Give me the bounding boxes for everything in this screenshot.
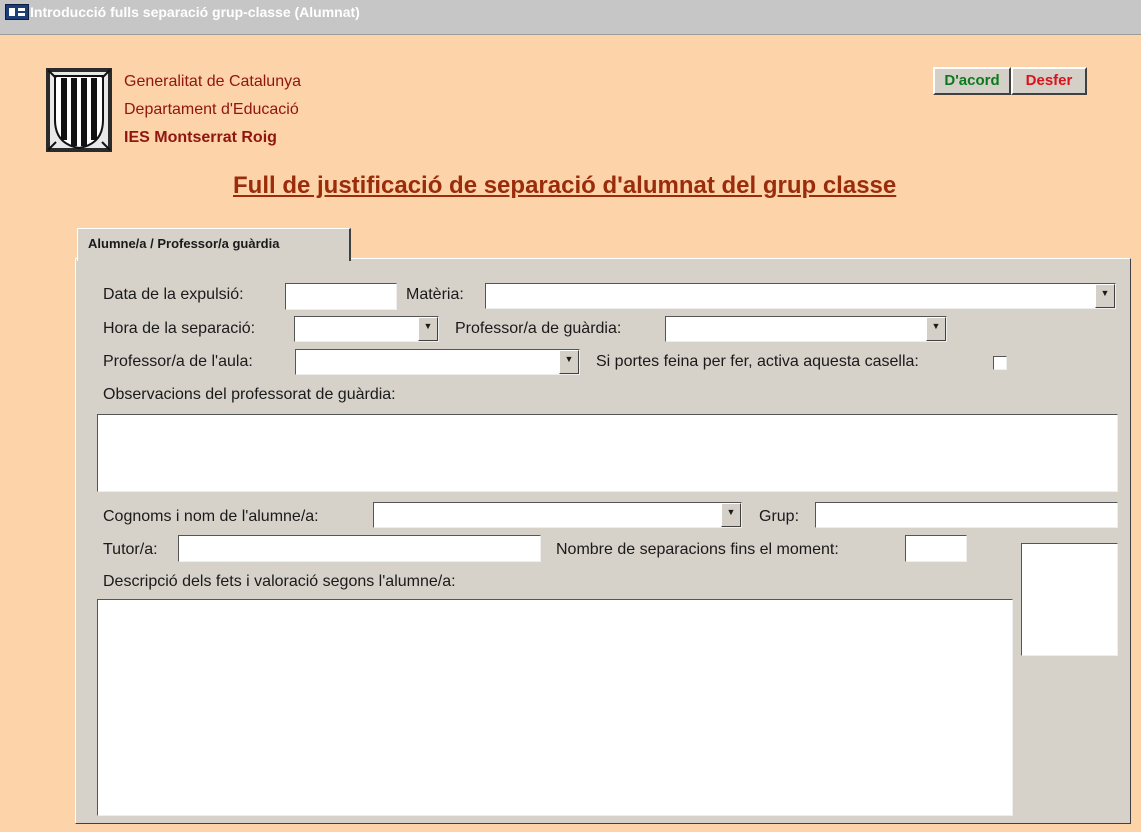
school-name: IES Montserrat Roig — [124, 129, 277, 146]
student-photo[interactable] — [1021, 543, 1118, 656]
group-label: Grup: — [759, 508, 800, 525]
chevron-down-icon[interactable]: ▼ — [559, 350, 579, 374]
separations-count-field[interactable] — [905, 535, 967, 562]
student-label: Cognoms i nom de l'alumne/a: — [103, 508, 319, 525]
window-title: Introducció fulls separació grup-classe … — [30, 4, 360, 20]
org-name: Generalitat de Catalunya — [124, 73, 301, 90]
guard-teacher-label: Professor/a de guàrdia: — [455, 320, 622, 337]
tutor-label: Tutor/a: — [103, 541, 158, 558]
class-teacher-combo[interactable]: ▼ — [295, 349, 580, 375]
student-combo[interactable]: ▼ — [373, 502, 742, 528]
chevron-down-icon[interactable]: ▼ — [721, 503, 741, 527]
separations-count-label: Nombre de separacions fins el moment: — [556, 541, 839, 558]
chevron-down-icon[interactable]: ▼ — [1095, 284, 1115, 308]
homework-label: Si portes feina per fer, activa aquesta … — [596, 353, 919, 370]
tab-student-guard[interactable]: Alumne/a / Professor/a guàrdia — [77, 228, 351, 261]
date-label: Data de la expulsió: — [103, 286, 244, 303]
description-textarea[interactable] — [97, 599, 1013, 816]
subject-label: Matèria: — [406, 286, 464, 303]
homework-checkbox[interactable] — [993, 356, 1007, 370]
form-icon[interactable] — [5, 4, 29, 20]
window-titlebar[interactable]: Introducció fulls separació grup-classe … — [0, 0, 1141, 35]
observations-textarea[interactable] — [97, 414, 1118, 492]
class-teacher-label: Professor/a de l'aula: — [103, 353, 253, 370]
hour-label: Hora de la separació: — [103, 320, 256, 337]
hour-combo[interactable]: ▼ — [294, 316, 439, 342]
generalitat-logo — [46, 68, 112, 152]
group-field[interactable] — [815, 502, 1118, 528]
undo-button[interactable]: Desfer — [1011, 67, 1087, 95]
ok-button[interactable]: D'acord — [933, 67, 1011, 95]
page-title: Full de justificació de separació d'alum… — [233, 172, 897, 199]
guard-teacher-combo[interactable]: ▼ — [665, 316, 947, 342]
chevron-down-icon[interactable]: ▼ — [926, 317, 946, 341]
chevron-down-icon[interactable]: ▼ — [418, 317, 438, 341]
observations-label: Observacions del professorat de guàrdia: — [103, 386, 396, 403]
department-name: Departament d'Educació — [124, 101, 299, 118]
tutor-field[interactable] — [178, 535, 541, 562]
subject-combo[interactable]: ▼ — [485, 283, 1116, 309]
description-label: Descripció dels fets i valoració segons … — [103, 573, 456, 590]
date-field[interactable] — [285, 283, 397, 310]
